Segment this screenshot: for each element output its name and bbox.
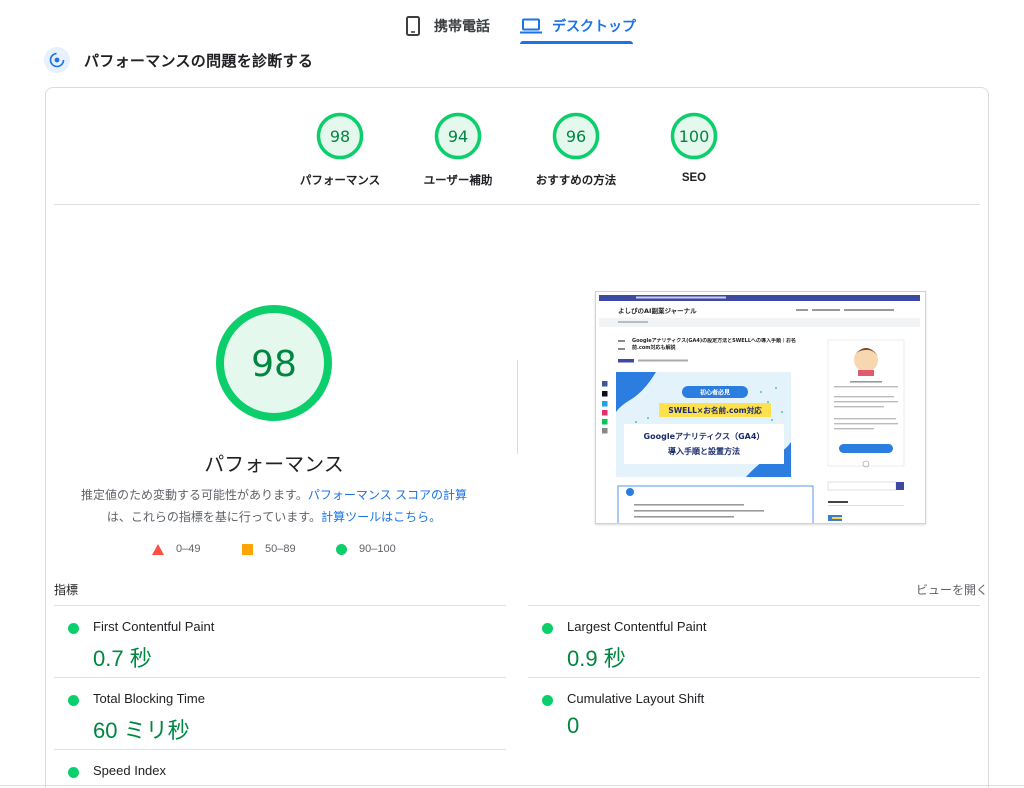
- gauge-ring: 94: [434, 112, 482, 160]
- diagnose-header: パフォーマンスの問題を診断する: [44, 46, 313, 74]
- metric-first-contentful-paint[interactable]: First Contentful Paint 0.7 秒: [54, 605, 506, 677]
- tab-mobile[interactable]: 携帯電話: [402, 8, 490, 44]
- gauge-score: 100: [679, 127, 710, 146]
- metric-name: First Contentful Paint: [93, 619, 215, 634]
- gauge-label: おすすめの方法: [535, 175, 617, 187]
- tab-mobile-label: 携帯電話: [434, 18, 490, 34]
- thumb-hero-badge: 初心者必見: [700, 389, 730, 397]
- pass-circle-icon: [542, 623, 553, 634]
- gauge-label: パフォーマンス: [299, 175, 381, 187]
- speedometer-icon: [44, 47, 70, 73]
- pass-circle-icon: [68, 623, 79, 634]
- tab-desktop[interactable]: デスクトップ: [520, 8, 636, 44]
- performance-gauge: 98: [216, 305, 332, 421]
- vertical-divider: [517, 360, 518, 454]
- gauge-score: 96: [566, 127, 586, 146]
- thumb-article-title: Googleアナリティクス(GA4)の設定方法とSWELLへの導入手順｜お名前.…: [632, 338, 797, 351]
- gauge-performance[interactable]: 98 パフォーマンス: [280, 112, 400, 188]
- metric-name: Cumulative Layout Shift: [567, 691, 705, 706]
- metric-name: Speed Index: [93, 763, 167, 778]
- gauge-ring: 100: [670, 112, 718, 160]
- gauge-label: ユーザー補助: [423, 175, 493, 187]
- performance-label: パフォーマンス: [204, 454, 344, 476]
- divider: [54, 204, 980, 205]
- metric-name: Largest Contentful Paint: [567, 619, 707, 634]
- metric-value: 0: [567, 713, 580, 738]
- metric-cumulative-layout-shift[interactable]: Cumulative Layout Shift 0: [528, 677, 980, 749]
- gauge-ring: 98: [316, 112, 364, 160]
- page-bottom-border: [0, 785, 1024, 786]
- active-tab-indicator: [520, 41, 633, 44]
- thumb-hero-line1: SWELL×お名前.com対応: [668, 405, 762, 415]
- legend-range: 50–89: [265, 543, 296, 555]
- legend-pass: 90–100: [336, 543, 396, 555]
- triangle-icon: [152, 543, 164, 555]
- final-screenshot[interactable]: よしぴのAI副業ジャーナル Googleアナリティクス(GA4)の設定方法とSW…: [595, 291, 926, 524]
- tab-desktop-label: デスクトップ: [552, 18, 636, 34]
- metric-total-blocking-time[interactable]: Total Blocking Time 60 ミリ秒: [54, 677, 506, 749]
- gauge-seo[interactable]: 100 SEO: [634, 112, 754, 184]
- smartphone-icon: [402, 15, 424, 37]
- pass-circle-icon: [542, 695, 553, 706]
- score-gauges: 98 パフォーマンス 94 ユーザー補助 96 おすすめの方法 100 SEO: [0, 112, 1024, 192]
- gauge-best-practices[interactable]: 96 おすすめの方法: [516, 112, 636, 188]
- gauge-score: 94: [448, 127, 468, 146]
- legend-average: 50–89: [242, 543, 296, 555]
- pass-circle-icon: [68, 695, 79, 706]
- metric-name: Total Blocking Time: [93, 691, 205, 706]
- device-tabs: 携帯電話 デスクトップ: [0, 0, 1024, 44]
- score-calc-link[interactable]: パフォーマンス スコアの計算: [308, 488, 467, 502]
- gauge-accessibility[interactable]: 94 ユーザー補助: [398, 112, 518, 188]
- laptop-icon: [520, 15, 542, 37]
- page-preview: よしぴのAI副業ジャーナル Googleアナリティクス(GA4)の設定方法とSW…: [596, 292, 925, 523]
- gauge-score: 98: [330, 127, 350, 146]
- note-text: 推定値のため変動する可能性があります。: [81, 488, 308, 502]
- metric-value: 0.9 秒: [567, 646, 626, 671]
- metric-speed-index[interactable]: Speed Index: [54, 749, 506, 785]
- expand-view-button[interactable]: ビューを開く: [916, 581, 988, 598]
- performance-note: 推定値のため変動する可能性があります。パフォーマンス スコアの計算は、これらの指…: [74, 484, 474, 528]
- performance-score: 98: [251, 344, 297, 385]
- gauge-label: SEO: [681, 172, 707, 184]
- metric-value: 60 ミリ秒: [93, 718, 190, 743]
- calculator-link[interactable]: 計算ツールはこちら。: [321, 510, 441, 524]
- metric-largest-contentful-paint[interactable]: Largest Contentful Paint 0.9 秒: [528, 605, 980, 677]
- metric-value: 0.7 秒: [93, 646, 152, 671]
- legend-range: 90–100: [359, 543, 396, 555]
- metrics-title: 指標: [54, 583, 79, 597]
- circle-icon: [336, 543, 347, 555]
- square-icon: [242, 543, 253, 555]
- legend-fail: 0–49: [152, 543, 200, 555]
- legend-range: 0–49: [176, 543, 201, 555]
- thumb-site-name: よしぴのAI副業ジャーナル: [618, 306, 697, 315]
- section-title: パフォーマンスの問題を診断する: [84, 52, 314, 70]
- thumb-hero-line2: Googleアナリティクス（GA4）: [644, 431, 765, 441]
- thumb-hero-line3: 導入手順と設置方法: [668, 446, 740, 456]
- note-text: は、これらの指標を基に行っています。: [106, 510, 322, 524]
- pass-circle-icon: [68, 767, 79, 778]
- gauge-ring: 96: [552, 112, 600, 160]
